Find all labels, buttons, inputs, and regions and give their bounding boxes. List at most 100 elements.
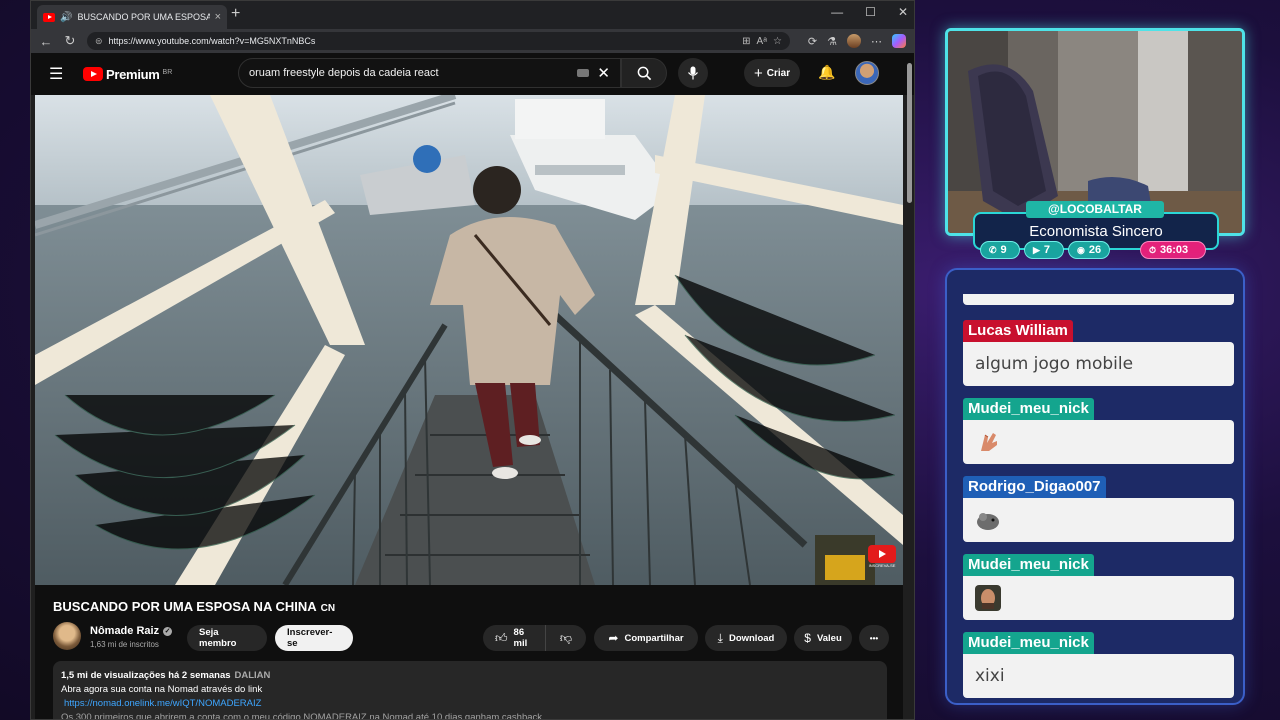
chat-username: Mudei_meu_nick	[963, 554, 1094, 576]
join-member-label: Seja membro	[199, 627, 237, 649]
verified-check-icon: ✓	[163, 626, 173, 636]
plus-icon: +	[754, 64, 763, 82]
youtube-play-icon	[83, 67, 103, 81]
reload-icon[interactable]: ↻	[63, 33, 77, 49]
tab-bar: 🔊 BUSCANDO POR UMA ESPOSA × + — ☐ ✕	[31, 1, 914, 29]
notifications-bell-icon[interactable]: 🔔	[818, 64, 835, 81]
chat-message-body	[963, 420, 1234, 464]
window-controls: — ☐ ✕	[831, 5, 908, 19]
browser-window: 🔊 BUSCANDO POR UMA ESPOSA × + — ☐ ✕ ← ↻ …	[30, 0, 915, 720]
youtube-premium-logo[interactable]: Premium BR	[83, 67, 172, 82]
chat-message-body	[963, 576, 1234, 620]
video-title: BUSCANDO POR UMA ESPOSA NA CHINA CN	[53, 599, 335, 614]
discord-icon: ◉	[1077, 244, 1085, 255]
region-code: BR	[162, 68, 173, 76]
more-actions-button[interactable]: •••	[859, 625, 889, 651]
subscribe-overlay[interactable]: INSCREVA-SE	[867, 545, 897, 571]
rat-emote-icon	[977, 513, 999, 530]
chat-message: Lucas William algum jogo mobile	[963, 320, 1234, 386]
tab-title: BUSCANDO POR UMA ESPOSA	[77, 12, 210, 22]
like-count: 86 mil	[513, 627, 528, 649]
reader-icon[interactable]: Aᵃ	[757, 36, 767, 47]
profile-avatar[interactable]	[847, 34, 861, 48]
download-icon: ⤓	[717, 630, 723, 645]
description-box[interactable]: 1,5 mi de visualizações há 2 semanas DALI…	[53, 661, 887, 719]
like-button[interactable]: 👍︎ 86 mil	[483, 625, 546, 651]
browser-menu-icon[interactable]: ⋯	[871, 35, 882, 48]
tab-youtube[interactable]: 🔊 BUSCANDO POR UMA ESPOSA ×	[37, 5, 227, 29]
chat-message-body	[963, 498, 1234, 542]
stat-discord-value: 26	[1088, 244, 1102, 256]
video-title-text: BUSCANDO POR UMA ESPOSA NA CHINA	[53, 599, 317, 614]
search-icon	[637, 66, 651, 80]
subscribe-label: Inscrever-se	[287, 627, 333, 649]
menu-hamburger-icon[interactable]: ☰	[49, 64, 69, 84]
chat-message: Rodrigo_Digao007	[963, 476, 1234, 542]
stat-youtube: ▶ 7	[1024, 241, 1064, 259]
chat-panel: Lucas William algum jogo mobile Mudei_me…	[945, 268, 1245, 705]
speaker-icon[interactable]: 🔊	[60, 12, 72, 23]
create-button[interactable]: + Criar	[744, 59, 801, 87]
search-query: oruam freestyle depois da cadeia react	[249, 67, 439, 79]
youtube-header: ☰ Premium BR oruam freestyle depois da c…	[31, 53, 914, 95]
page-scrollbar[interactable]	[907, 63, 912, 203]
stat-discord: ◉ 26	[1068, 241, 1110, 259]
channel-name[interactable]: Nômade Raiz ✓	[90, 625, 173, 637]
voice-search-button[interactable]	[678, 58, 708, 88]
streamer-subtitle: Economista Sincero	[1029, 223, 1163, 240]
channel-name-text: Nômade Raiz	[90, 625, 160, 637]
back-icon[interactable]: ←	[39, 34, 53, 49]
stat-whatsapp-value: 9	[1000, 244, 1007, 256]
super-thanks-icon: $	[804, 631, 811, 645]
maximize-icon[interactable]: ☐	[865, 5, 876, 19]
chat-message-text: algum jogo mobile	[963, 342, 1234, 386]
video-player[interactable]: INSCREVA-SE	[35, 95, 903, 585]
chat-message: Mudei_meu_nick	[963, 398, 1234, 464]
new-tab-button[interactable]: +	[231, 5, 240, 23]
share-label: Compartilhar	[624, 632, 684, 644]
channel-avatar[interactable]	[53, 622, 81, 650]
location-hashtag[interactable]: DALIAN	[235, 670, 271, 681]
create-label: Criar	[766, 67, 791, 79]
extensions-puzzle-icon[interactable]: ⚗	[827, 35, 837, 48]
url-field[interactable]: ⊜ https://www.youtube.com/watch?v=MG5NXT…	[87, 32, 790, 50]
download-button[interactable]: ⤓ Download	[705, 625, 787, 651]
video-frame	[35, 95, 903, 585]
app-install-icon[interactable]: ⊞	[742, 36, 750, 47]
more-actions-icon: •••	[869, 633, 879, 643]
microphone-icon	[688, 66, 698, 80]
site-info-icon[interactable]: ⊜	[95, 36, 103, 47]
favorite-star-icon[interactable]: ☆	[773, 36, 782, 47]
dislike-button[interactable]: 👎︎	[546, 625, 586, 651]
stat-timer: ⏱ 36:03	[1140, 241, 1206, 259]
thanks-label: Valeu	[816, 632, 842, 644]
tab-close-button[interactable]: ×	[215, 11, 221, 23]
hand-emote-icon	[981, 433, 997, 451]
subscribe-button[interactable]: Inscrever-se	[275, 625, 353, 651]
chat-username: Mudei_meu_nick	[963, 398, 1094, 420]
extension-icon[interactable]: ⟳	[808, 35, 817, 48]
address-bar: ← ↻ ⊜ https://www.youtube.com/watch?v=MG…	[31, 29, 914, 53]
description-link[interactable]: https://nomad.onelink.me/wIQT/NOMADERAIZ	[61, 697, 879, 711]
user-avatar[interactable]	[855, 61, 879, 85]
search-input[interactable]: oruam freestyle depois da cadeia react ✕	[238, 58, 621, 88]
stat-youtube-value: 7	[1043, 244, 1051, 256]
url-text: https://www.youtube.com/watch?v=MG5NXTnN…	[108, 36, 316, 46]
extensions-area: ⟳ ⚗ ⋯	[808, 34, 906, 48]
streamer-handle: @LOCOBALTAR	[1026, 201, 1164, 218]
youtube-favicon-icon	[43, 12, 55, 22]
thanks-button[interactable]: $ Valeu	[794, 625, 852, 651]
join-member-button[interactable]: Seja membro	[187, 625, 267, 651]
copilot-icon[interactable]	[892, 34, 906, 48]
download-label: Download	[728, 632, 775, 644]
country-flag: CN	[320, 603, 336, 614]
share-button[interactable]: ➦ Compartilhar	[594, 625, 698, 651]
clear-search-icon[interactable]: ✕	[597, 64, 610, 82]
search-button[interactable]	[621, 58, 667, 88]
close-window-icon[interactable]: ✕	[898, 5, 908, 19]
youtube-subscribe-icon	[868, 545, 896, 563]
share-arrow-icon: ➦	[608, 631, 619, 645]
keyboard-icon[interactable]	[577, 69, 590, 77]
minimize-icon[interactable]: —	[831, 5, 843, 19]
chat-username: Rodrigo_Digao007	[963, 476, 1106, 498]
